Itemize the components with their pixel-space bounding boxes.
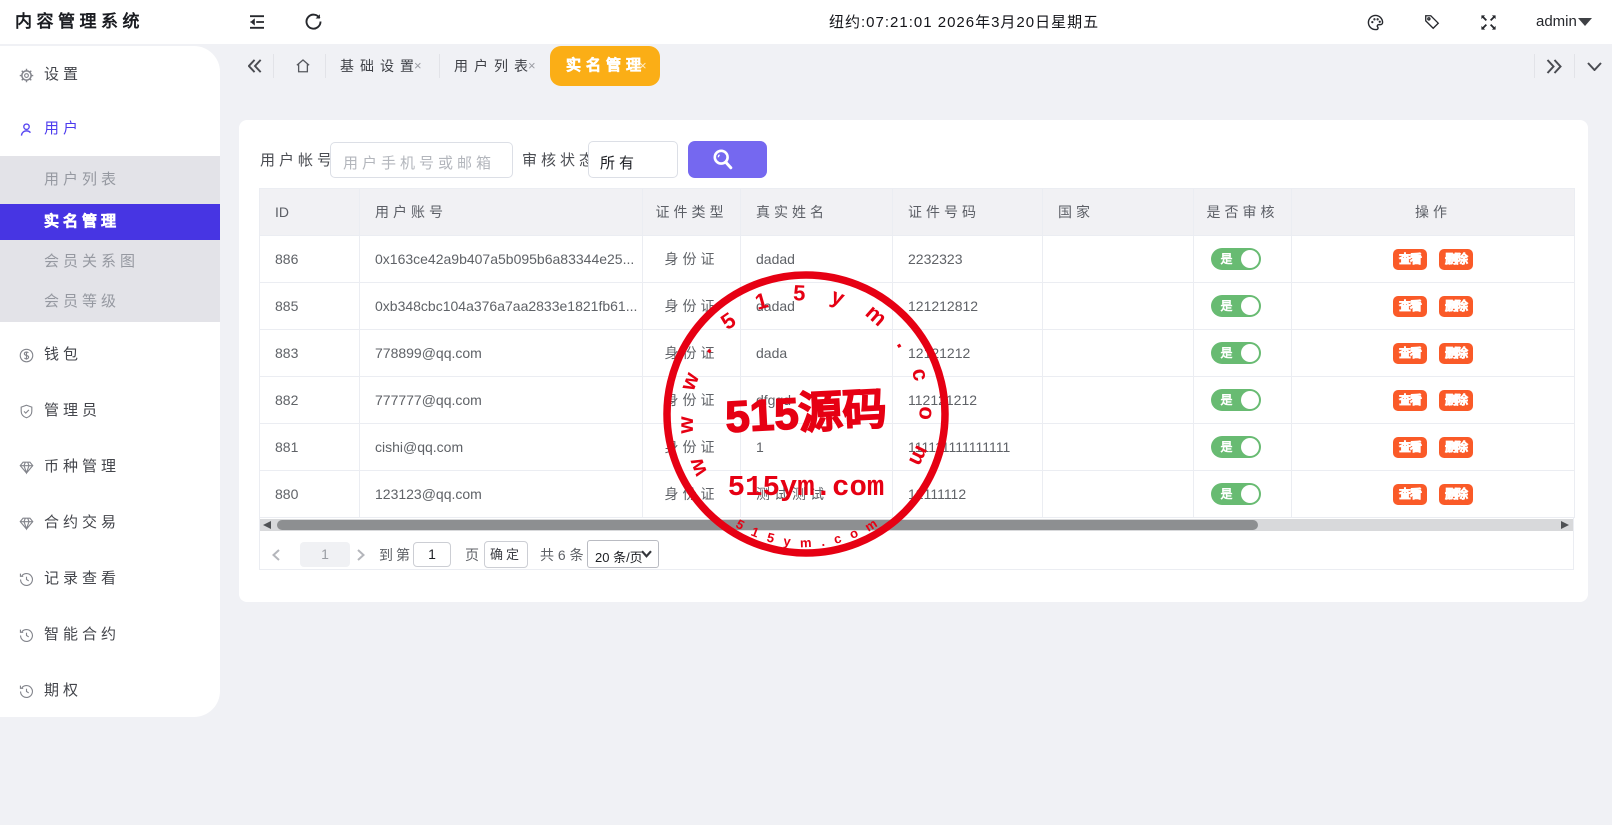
svg-text:515ym.com: 515ym.com	[728, 471, 885, 504]
svg-text:515源码: 515源码	[724, 385, 888, 442]
